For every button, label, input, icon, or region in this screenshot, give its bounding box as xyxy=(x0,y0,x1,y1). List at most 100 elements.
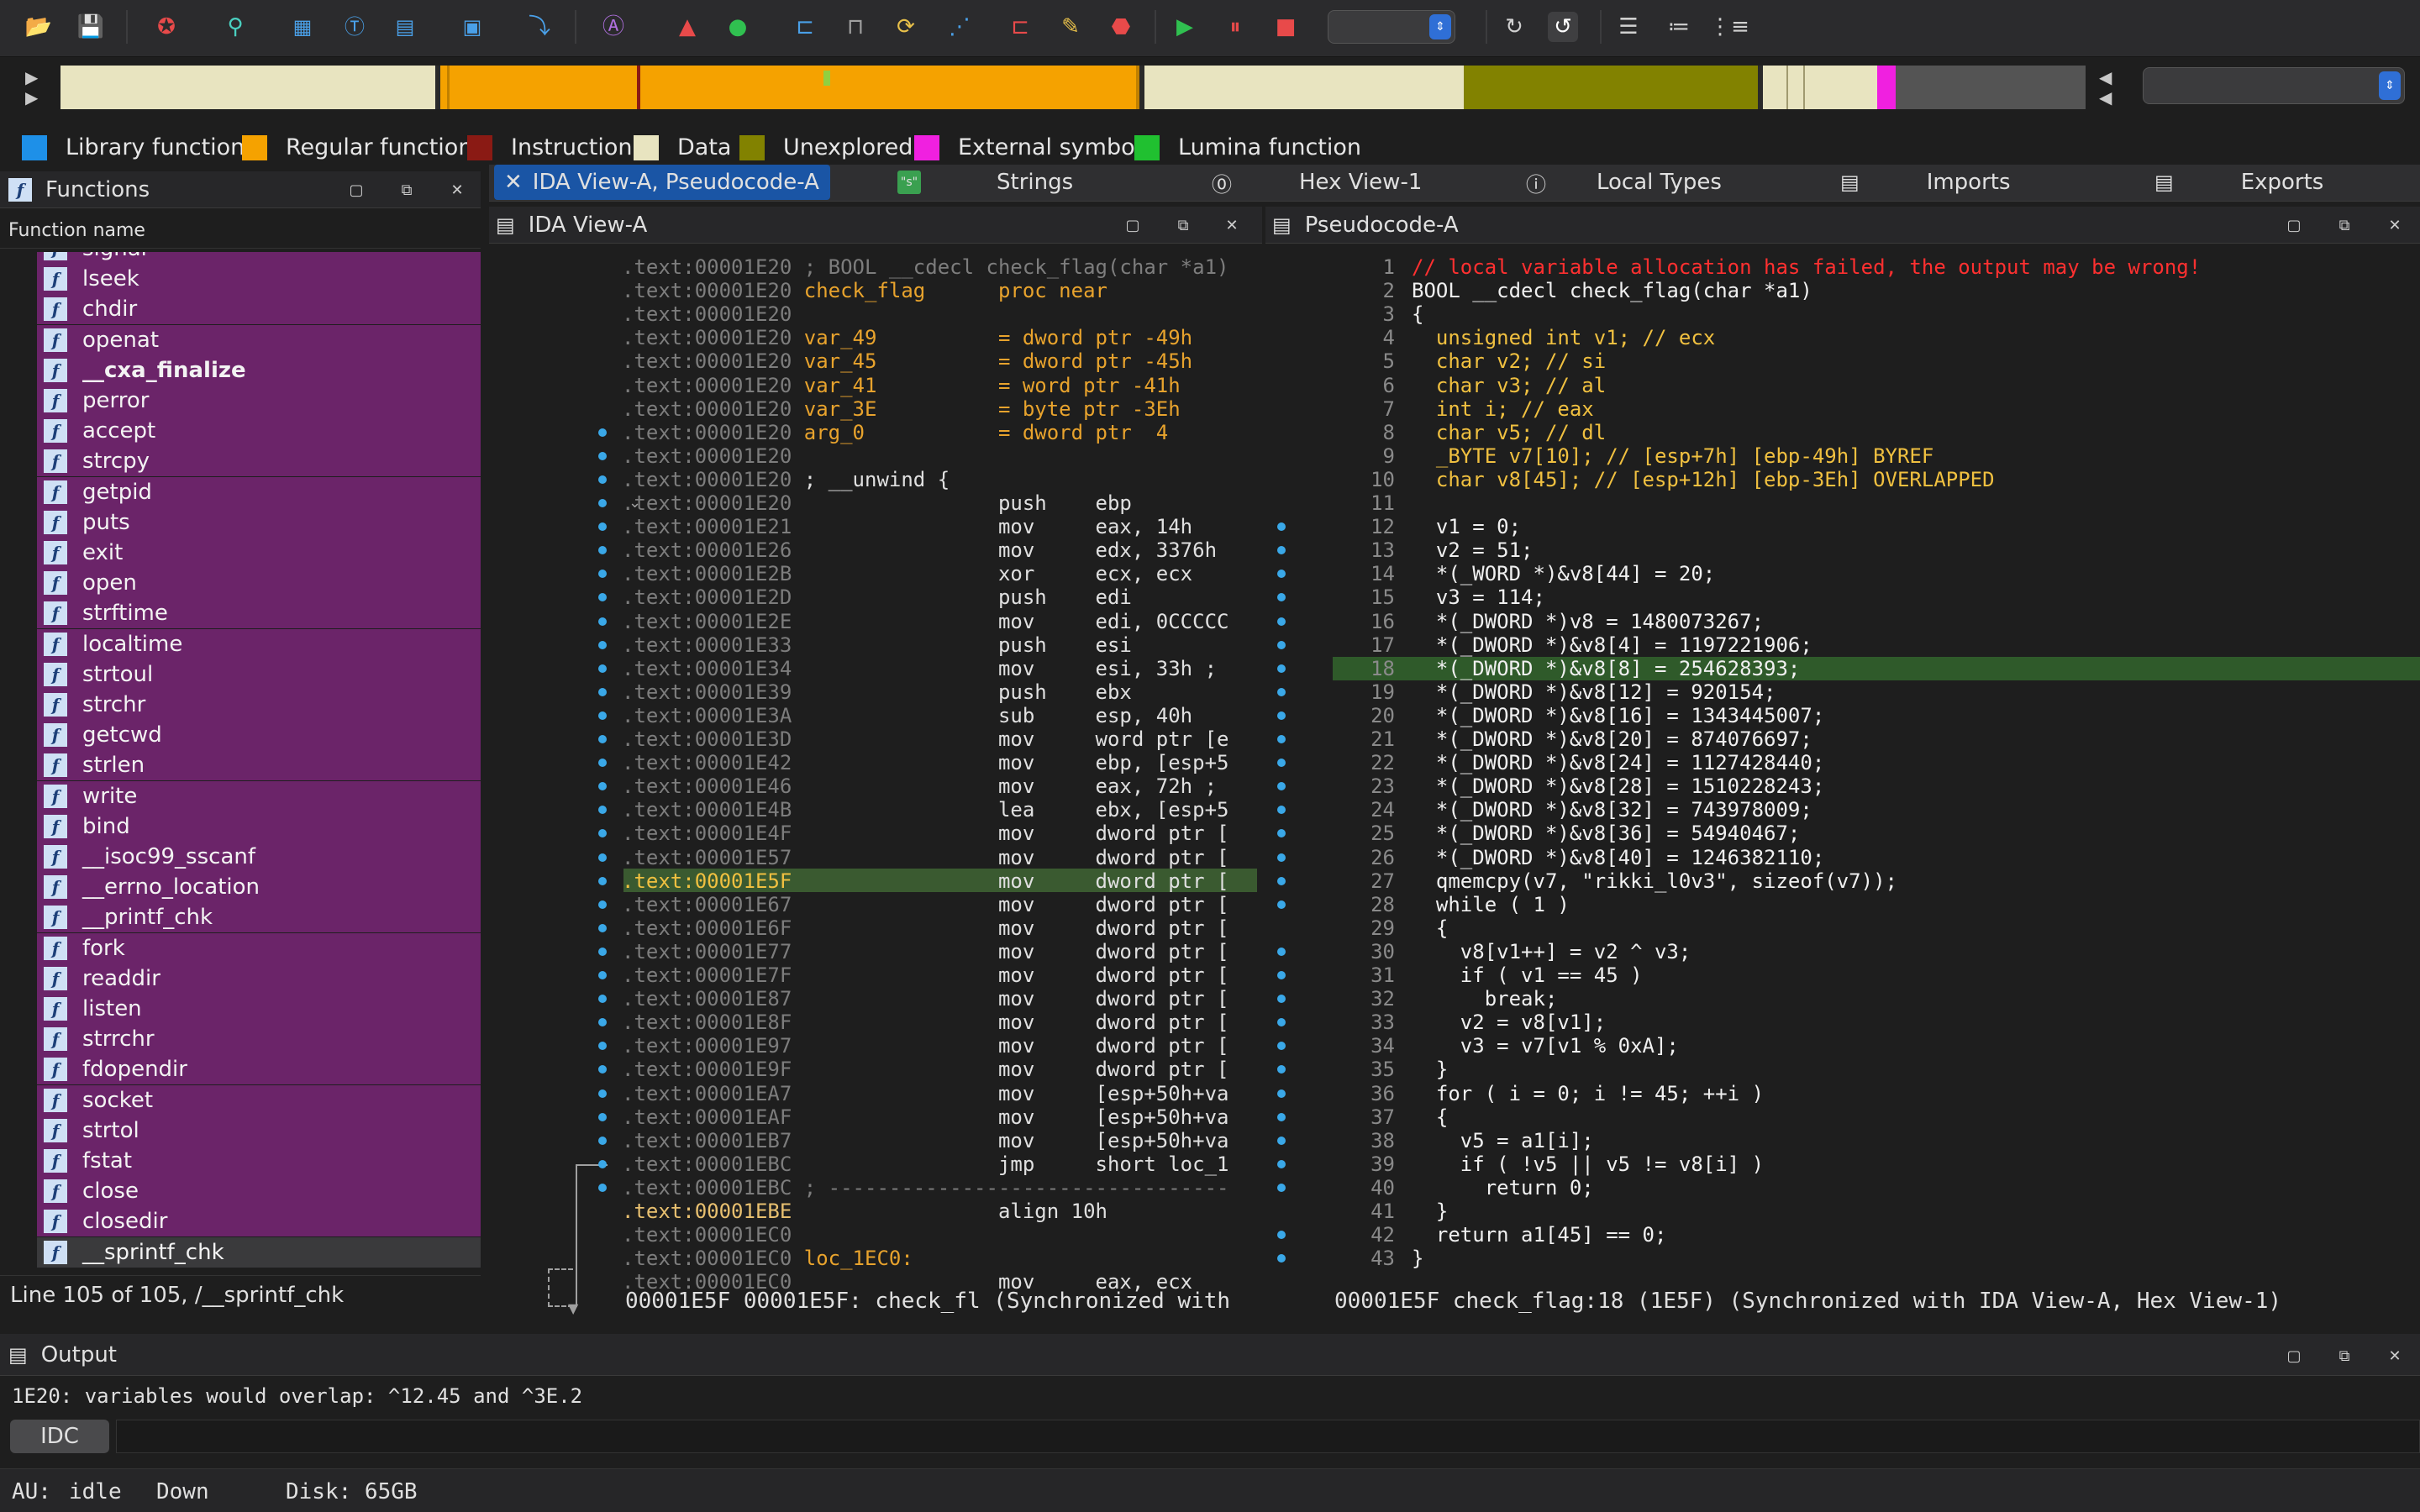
breakpoint-dot[interactable] xyxy=(598,1136,607,1145)
asm-line[interactable]: .text:00001E77 mov dword ptr [ xyxy=(622,940,1260,963)
open-folder-icon[interactable]: 📂 xyxy=(24,12,54,42)
asm-line[interactable]: .text:00001E26 mov edx, 3376h xyxy=(622,538,1260,562)
function-list-item[interactable]: f strchr xyxy=(37,690,481,720)
pseudocode-line[interactable]: 22 *(_DWORD *)&v8[24] = 1127428440; xyxy=(1328,751,2420,774)
function-list-item[interactable]: f __printf_chk xyxy=(37,902,481,933)
asm-line[interactable]: .text:00001E20 push ebp xyxy=(622,491,1260,515)
breakpoint-dot[interactable] xyxy=(1277,640,1286,649)
pseudocode-line[interactable]: 13 v2 = 51; xyxy=(1328,538,2420,562)
search-icon[interactable]: ⚲ xyxy=(220,12,250,42)
binary-icon[interactable]: ▦ xyxy=(287,12,318,42)
layout-icon[interactable]: ↻ xyxy=(1499,12,1529,42)
code-icon[interactable]: ⟳ xyxy=(891,12,921,42)
pseudocode-line[interactable]: 21 *(_DWORD *)&v8[20] = 874076697; xyxy=(1328,727,2420,751)
breakpoint-dot[interactable] xyxy=(1277,1112,1286,1121)
listing-icon[interactable]: ≔ xyxy=(1664,12,1694,42)
function-list-item[interactable]: f fork xyxy=(37,932,481,963)
asm-line[interactable]: .text:00001E2D push edi xyxy=(622,585,1260,609)
close-icon[interactable]: ✕ xyxy=(2383,213,2407,237)
function-list-item[interactable]: f __errno_location xyxy=(37,872,481,903)
pseudocode-line[interactable]: 17 *(_DWORD *)&v8[4] = 1197221906; xyxy=(1328,633,2420,657)
close-icon[interactable]: ✕ xyxy=(2383,1344,2407,1368)
asm-line[interactable]: .text:00001E6F mov dword ptr [ xyxy=(622,916,1260,940)
tab-ida-view-pseudocode[interactable]: ✕ IDA View-A, Pseudocode-A xyxy=(494,165,830,200)
pseudocode-line[interactable]: 15 v3 = 114; xyxy=(1328,585,2420,609)
breakpoint-dot[interactable] xyxy=(1277,995,1286,1004)
pseudocode-line[interactable]: 6 char v3; // al xyxy=(1328,374,2420,397)
asm-line[interactable]: .text:00001E42 mov ebp, [esp+5 xyxy=(622,751,1260,774)
pseudocode-line[interactable]: 9 _BYTE v7[10]; // [esp+7h] [ebp-49h] BY… xyxy=(1328,444,2420,468)
function-list-item[interactable]: f write xyxy=(37,780,481,811)
pseudocode-line[interactable]: 7 int i; // eax xyxy=(1328,397,2420,421)
breakpoint-dot[interactable] xyxy=(1277,853,1286,862)
pseudocode-line[interactable]: 33 v2 = v8[v1]; xyxy=(1328,1011,2420,1034)
asm-line[interactable]: .text:00001E9F mov dword ptr [ xyxy=(622,1058,1260,1081)
nav-left-arrow-icon[interactable]: ▶ xyxy=(25,67,38,87)
asm-line[interactable]: .text:00001EBC ; -----------------------… xyxy=(622,1176,1260,1200)
breakpoint-dot[interactable] xyxy=(598,947,607,956)
pseudocode-line[interactable]: 31 if ( v1 == 45 ) xyxy=(1328,963,2420,987)
function-list-item[interactable]: f openat xyxy=(37,324,481,355)
pseudocode-line[interactable]: 43} xyxy=(1328,1247,2420,1270)
debug-icon[interactable]: ✪ xyxy=(151,12,182,42)
float-icon[interactable]: ⧉ xyxy=(395,178,418,202)
asm-line[interactable]: .text:00001E20 arg_0 = dword ptr 4 xyxy=(622,421,1260,444)
asm-line[interactable]: .text:00001E8F mov dword ptr [ xyxy=(622,1011,1260,1034)
breakpoint-dot[interactable] xyxy=(1277,1065,1286,1074)
breakpoint-dot[interactable] xyxy=(1277,522,1286,532)
breakpoint-dot[interactable] xyxy=(598,664,607,673)
pseudocode-line[interactable]: 12 v1 = 0; xyxy=(1328,515,2420,538)
breakpoint-dot[interactable] xyxy=(598,1183,607,1192)
functions-column-header[interactable]: Function name xyxy=(0,220,481,249)
function-list-item[interactable]: f __isoc99_sscanf xyxy=(37,842,481,872)
function-list-item[interactable]: f fdopendir xyxy=(37,1054,481,1085)
pseudocode-line[interactable]: 25 *(_DWORD *)&v8[36] = 54940467; xyxy=(1328,822,2420,845)
pseudocode-line[interactable]: 35 } xyxy=(1328,1058,2420,1081)
breakpoint-dot[interactable] xyxy=(1277,1018,1286,1027)
breakpoint-dot[interactable] xyxy=(598,1089,607,1098)
float-icon[interactable]: ⧉ xyxy=(2333,1344,2356,1368)
breakpoint-dot[interactable] xyxy=(1277,1159,1286,1168)
minimize-icon[interactable]: ▢ xyxy=(345,178,368,202)
stop-icon[interactable]: ■ xyxy=(1270,12,1301,42)
pseudocode-line[interactable]: 27 qmemcpy(v7, "rikki_l0v3", sizeof(v7))… xyxy=(1328,869,2420,893)
asm-line[interactable]: .text:00001EC0 loc_1EC0: xyxy=(622,1247,1260,1270)
pause-icon[interactable]: ⏸ xyxy=(1220,12,1250,42)
pseudocode-line[interactable]: 34 v3 = v7[v1 % 0xA]; xyxy=(1328,1034,2420,1058)
asm-line[interactable]: .text:00001E20 check_flag proc near xyxy=(622,279,1260,302)
text-icon[interactable]: Ⓣ xyxy=(339,12,370,42)
breakpoint-dot[interactable] xyxy=(598,923,607,932)
breakpoint-dot[interactable] xyxy=(1277,687,1286,696)
pseudocode-line[interactable]: 40 return 0; xyxy=(1328,1176,2420,1200)
tab-imports[interactable]: ▤ Imports xyxy=(1840,165,2011,200)
function-list-item[interactable]: f bind xyxy=(37,811,481,842)
breakpoint-dot[interactable] xyxy=(1277,971,1286,979)
breakpoint-dot[interactable] xyxy=(598,451,607,460)
struct-icon[interactable]: ⊏ xyxy=(1005,12,1035,42)
function-list-item[interactable]: f strlen xyxy=(37,750,481,781)
tab-local-types[interactable]: ⓘ Local Types xyxy=(1526,165,1722,200)
function-list-item[interactable]: f fstat xyxy=(37,1146,481,1176)
float-icon[interactable]: ⧉ xyxy=(1171,213,1195,237)
asm-line[interactable]: .text:00001E2B xor ecx, ecx xyxy=(622,562,1260,585)
navigation-band[interactable] xyxy=(60,66,2086,109)
pseudocode-line[interactable]: 36 for ( i = 0; i != 45; ++i ) xyxy=(1328,1082,2420,1105)
asm-line[interactable]: .text:00001E20 ; BOOL __cdecl check_flag… xyxy=(622,255,1260,279)
pseudocode-line[interactable]: 28 while ( 1 ) xyxy=(1328,893,2420,916)
pseudocode-line[interactable]: 5 char v2; // si xyxy=(1328,349,2420,373)
nav-band-select[interactable]: ⇕ xyxy=(2143,67,2405,104)
pseudocode-line[interactable]: 41 } xyxy=(1328,1200,2420,1223)
asm-line[interactable]: .text:00001E20 var_49 = dword ptr -49h xyxy=(622,326,1260,349)
asm-line[interactable]: .text:00001E20 xyxy=(622,302,1260,326)
asm-line[interactable]: .text:00001E20 var_41 = word ptr -41h xyxy=(622,374,1260,397)
function-list-item[interactable]: f __sprintf_chk xyxy=(37,1236,481,1268)
asm-line[interactable]: .text:00001E33 push esi xyxy=(622,633,1260,657)
asm-line[interactable]: .text:00001E5F mov dword ptr [ xyxy=(622,869,1260,893)
pseudocode-line[interactable]: 1 // local variable allocation has failed… xyxy=(1328,255,2420,279)
breakpoint-dot[interactable] xyxy=(598,853,607,862)
pseudocode-line[interactable]: 30 v8[v1++] = v2 ^ v3; xyxy=(1328,940,2420,963)
breakpoint-dot[interactable] xyxy=(598,1112,607,1121)
function-list-item[interactable]: f perror xyxy=(37,386,481,416)
pseudocode-line[interactable]: 26 *(_DWORD *)&v8[40] = 1246382110; xyxy=(1328,846,2420,869)
function-list-item[interactable]: f closedir xyxy=(37,1206,481,1237)
